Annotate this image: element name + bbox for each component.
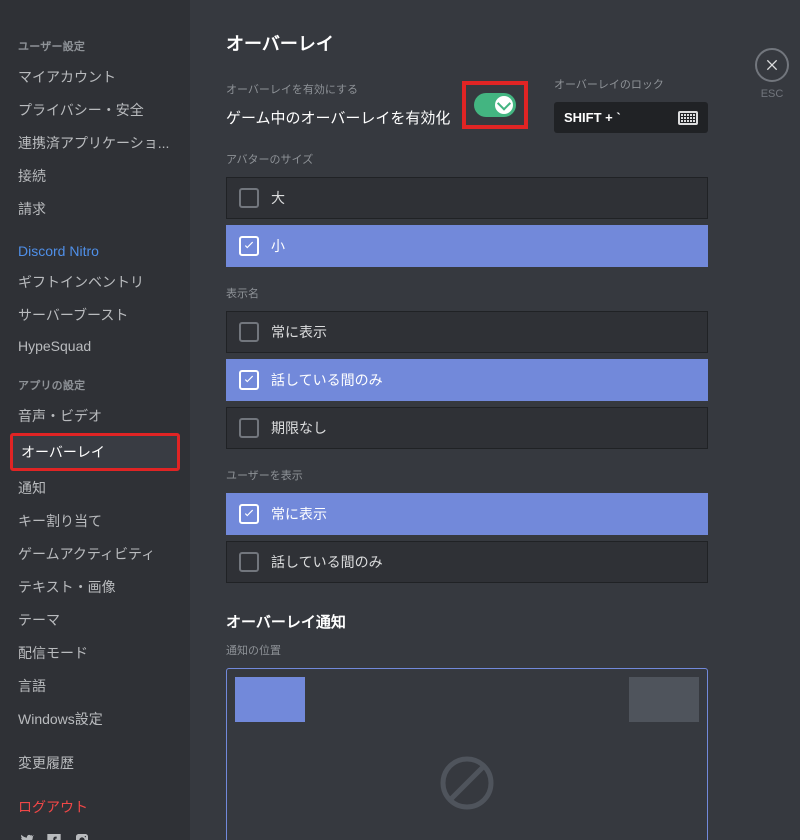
show-users-option[interactable]: 話している間のみ (226, 541, 708, 583)
enable-overlay-toggle[interactable] (474, 93, 516, 117)
check-icon (495, 96, 513, 114)
settings-sidebar: ユーザー設定 マイアカウントプライバシー・安全連携済アプリケーショ...接続請求… (0, 0, 190, 840)
sidebar-item[interactable]: プライバシー・安全 (10, 94, 180, 126)
settings-content: オーバーレイ オーバーレイを有効にする ゲーム中のオーバーレイを有効化 オーバー… (190, 0, 744, 840)
checkbox-icon (239, 188, 259, 208)
sidebar-item[interactable]: 連携済アプリケーショ... (10, 127, 180, 159)
sidebar-item[interactable]: ギフトインベントリ (10, 266, 180, 298)
sidebar-logout[interactable]: ログアウト (10, 791, 180, 823)
checkbox-icon (239, 418, 259, 438)
sidebar-item[interactable]: キー割り当て (10, 505, 180, 537)
enable-sublabel: オーバーレイを有効にする (226, 81, 456, 97)
checkbox-icon (239, 236, 259, 256)
display-name-option[interactable]: 話している間のみ (226, 359, 708, 401)
show-users-label: ユーザーを表示 (226, 467, 708, 483)
sidebar-changelog[interactable]: 変更履歴 (10, 747, 180, 779)
checkbox-icon (239, 322, 259, 342)
close-icon (764, 57, 780, 73)
sidebar-item[interactable]: マイアカウント (10, 61, 180, 93)
overlay-notif-title: オーバーレイ通知 (226, 611, 708, 632)
sidebar-item[interactable]: 請求 (10, 193, 180, 225)
notif-position-label: 通知の位置 (226, 642, 708, 658)
sidebar-item[interactable]: サーバーブースト (10, 299, 180, 331)
display-name-option[interactable]: 常に表示 (226, 311, 708, 353)
notification-position-picker (226, 668, 708, 840)
sidebar-item[interactable]: HypeSquad (10, 332, 180, 360)
sidebar-item[interactable]: Windows設定 (10, 703, 180, 735)
enable-label: ゲーム中のオーバーレイを有効化 (226, 107, 450, 128)
sidebar-header-user: ユーザー設定 (10, 32, 180, 60)
avatar-size-label: アバターのサイズ (226, 151, 708, 167)
option-label: 大 (271, 188, 285, 208)
sidebar-item[interactable]: ゲームアクティビティ (10, 538, 180, 570)
esc-label: ESC (761, 88, 784, 100)
sidebar-item[interactable]: テーマ (10, 604, 180, 636)
position-top-left[interactable] (235, 677, 305, 722)
sidebar-item[interactable]: 音声・ビデオ (10, 400, 180, 432)
option-label: 常に表示 (271, 504, 327, 524)
sidebar-item[interactable]: 配信モード (10, 637, 180, 669)
disabled-icon[interactable] (437, 753, 497, 813)
checkbox-icon (239, 504, 259, 524)
show-users-option[interactable]: 常に表示 (226, 493, 708, 535)
social-links (10, 824, 180, 840)
option-label: 常に表示 (271, 322, 327, 342)
option-label: 期限なし (271, 418, 327, 438)
page-title: オーバーレイ (226, 30, 708, 56)
avatar-size-option[interactable]: 小 (226, 225, 708, 267)
option-label: 話している間のみ (271, 552, 383, 572)
sidebar-header-app: アプリの設定 (10, 371, 180, 399)
avatar-size-option[interactable]: 大 (226, 177, 708, 219)
checkbox-icon (239, 552, 259, 572)
position-top-right[interactable] (629, 677, 699, 722)
lock-value: SHIFT + ` (564, 110, 621, 125)
overlay-lock-keybind[interactable]: SHIFT + ` (554, 102, 708, 133)
keyboard-icon (678, 111, 698, 125)
option-label: 話している間のみ (271, 370, 383, 390)
sidebar-item[interactable]: 通知 (10, 472, 180, 504)
sidebar-nitro[interactable]: Discord Nitro (10, 237, 180, 265)
close-button[interactable] (755, 48, 789, 82)
sidebar-item[interactable]: 接続 (10, 160, 180, 192)
lock-sublabel: オーバーレイのロック (554, 76, 708, 92)
checkbox-icon (239, 370, 259, 390)
option-label: 小 (271, 236, 285, 256)
twitter-icon[interactable] (18, 832, 34, 840)
toggle-highlight (462, 81, 528, 129)
display-name-label: 表示名 (226, 285, 708, 301)
sidebar-item[interactable]: 言語 (10, 670, 180, 702)
sidebar-item[interactable]: オーバーレイ (10, 433, 180, 471)
facebook-icon[interactable] (46, 832, 62, 840)
instagram-icon[interactable] (74, 832, 90, 840)
sidebar-item[interactable]: テキスト・画像 (10, 571, 180, 603)
display-name-option[interactable]: 期限なし (226, 407, 708, 449)
